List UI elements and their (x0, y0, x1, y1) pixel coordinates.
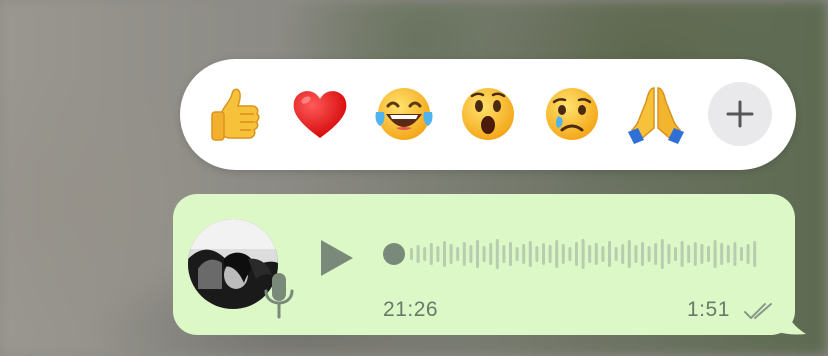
waveform-bar (614, 247, 618, 261)
waveform-bar (423, 247, 427, 261)
waveform-bar (509, 242, 512, 266)
waveform-bar (594, 243, 598, 265)
waveform-bar (740, 247, 743, 261)
waveform-bar (515, 247, 519, 261)
play-button[interactable] (313, 234, 361, 282)
waveform-bar (575, 242, 578, 266)
waveform-bar (641, 242, 644, 266)
crying-face-icon (546, 88, 598, 140)
waveform-bar (443, 241, 446, 267)
waveform-bar (502, 245, 506, 263)
waveform-bar (522, 244, 526, 264)
microphone-icon (264, 273, 294, 319)
reaction-open-mouth-button[interactable] (456, 82, 520, 146)
waveform-bar (634, 245, 638, 263)
sent-time: 1:51 (687, 298, 730, 321)
waveform-bar (674, 247, 677, 261)
waveform-bar (548, 245, 552, 263)
waveform-bar (555, 240, 559, 268)
waveform-bar (410, 248, 413, 260)
double-check-icon (744, 303, 772, 319)
waveform-bar (746, 244, 750, 264)
plus-icon (726, 100, 754, 128)
waveform-bar (753, 241, 757, 267)
open-mouth-icon (462, 88, 514, 140)
reaction-thumbs-up-button[interactable] (204, 82, 268, 146)
playback-scrubber[interactable] (383, 243, 405, 265)
reaction-folded-hands-button[interactable] (624, 82, 688, 146)
sender-avatar-container (188, 219, 294, 319)
waveform-bar (581, 239, 585, 269)
waveform-bar (449, 244, 453, 264)
waveform-bar (687, 245, 691, 263)
waveform-bar (462, 242, 466, 266)
waveform-bar (621, 244, 625, 264)
waveform-bar (568, 247, 572, 261)
audio-waveform[interactable] (380, 234, 765, 274)
waveform-bar (436, 246, 440, 262)
more-reactions-button[interactable] (708, 82, 772, 146)
reaction-heart-button[interactable] (288, 82, 352, 146)
waveform-bars (410, 239, 757, 269)
waveform-bar (726, 245, 730, 263)
waveform-bar (660, 239, 664, 269)
voice-message-bubble[interactable]: 21:26 1:51 (173, 194, 795, 335)
waveform-bar (654, 243, 658, 265)
reaction-crying-face-button[interactable] (540, 82, 604, 146)
waveform-bar (416, 245, 420, 263)
reaction-tears-of-joy-button[interactable] (372, 82, 436, 146)
waveform-bar (713, 240, 717, 268)
waveform-bar (456, 247, 460, 261)
waveform-bar (601, 246, 605, 262)
waveform-bar (733, 242, 737, 266)
waveform-bar (429, 243, 433, 265)
waveform-bar (528, 241, 532, 267)
waveform-bar (707, 246, 710, 262)
waveform-bar (489, 243, 493, 265)
waveform-bar (680, 241, 684, 267)
waveform-bar (627, 240, 631, 268)
waveform-bar (561, 244, 565, 264)
waveform-bar (693, 242, 697, 266)
waveform-bar (667, 244, 671, 264)
thumbs-up-icon (211, 88, 260, 141)
waveform-bar (469, 245, 473, 263)
red-heart-icon (293, 91, 347, 138)
elapsed-time: 21:26 (383, 298, 439, 321)
waveform-bar (720, 243, 724, 265)
play-icon (321, 240, 353, 276)
waveform-bar (535, 246, 539, 262)
waveform-bar (588, 245, 592, 263)
waveform-bar (608, 241, 611, 267)
waveform-bar (542, 243, 545, 265)
reaction-bar (180, 59, 796, 170)
waveform-bar (700, 244, 704, 264)
waveform-bar (495, 239, 499, 269)
tears-of-joy-icon (375, 88, 433, 140)
waveform-bar (482, 246, 486, 262)
waveform-bar (647, 246, 651, 262)
folded-hands-icon (628, 87, 684, 144)
waveform-bar (476, 240, 479, 268)
